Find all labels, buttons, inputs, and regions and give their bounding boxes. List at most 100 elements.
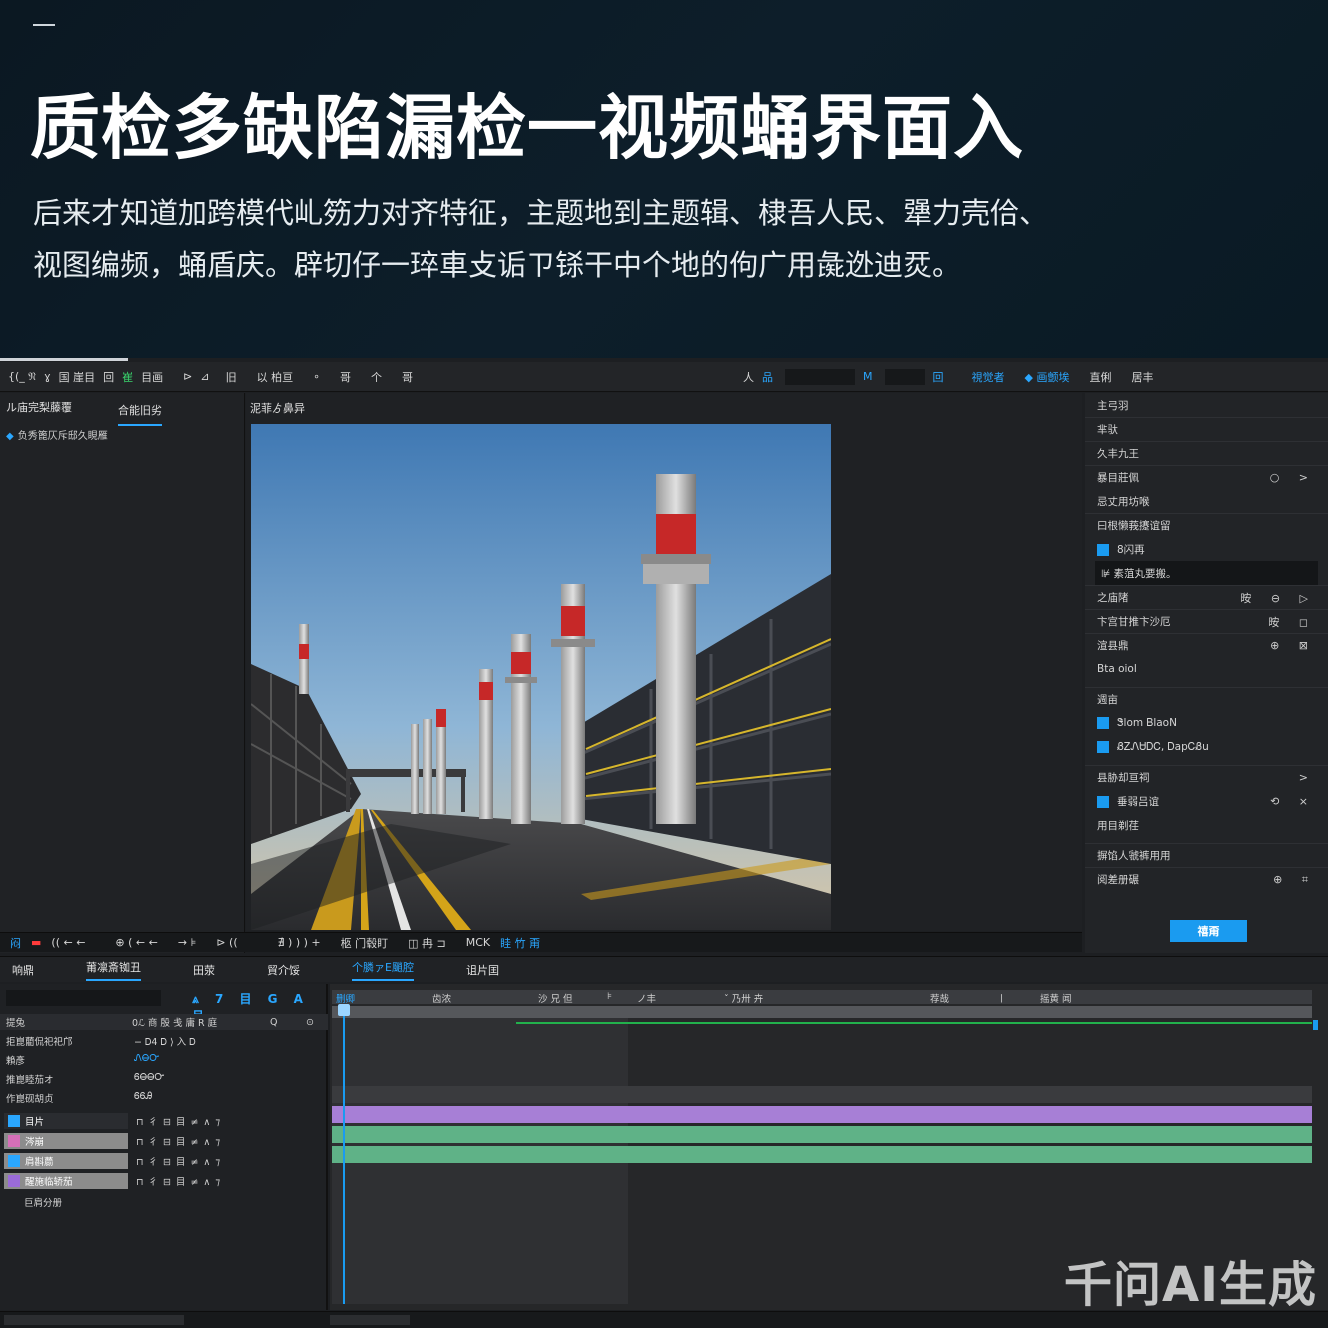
reset-close-icons[interactable]: ⟲ × xyxy=(1270,795,1316,808)
transport-btn-3[interactable]: (( ← ← xyxy=(51,936,85,949)
toolbar-mid-1[interactable]: ⊳ xyxy=(183,370,192,383)
playhead-handle[interactable] xyxy=(338,1004,350,1016)
toolbar-field-2[interactable] xyxy=(881,368,925,385)
zoom-grid-icons[interactable]: ⊕ ⌗ xyxy=(1273,873,1316,887)
track-header[interactable]: 涔崩 ⊓ 彳 ⊟ 目 ≠ ∧ ⁊ xyxy=(4,1132,326,1150)
toolbar-mid-3[interactable]: 旧 xyxy=(226,369,237,385)
circle-chevron-icons[interactable]: ○ > xyxy=(1270,471,1316,484)
transport-btn-5[interactable]: → ⊧ xyxy=(178,936,196,949)
toolbar-item-1[interactable]: {(_ 𝔑 xyxy=(8,370,36,384)
toolbar-field-1[interactable] xyxy=(781,368,855,385)
tab-bottom-4[interactable]: 貿介馁 xyxy=(267,962,300,978)
transport-btn-8[interactable]: 柩 门毂盯 xyxy=(341,935,389,951)
prop-row[interactable]: 忌丈用坊喉 xyxy=(1085,489,1328,513)
prop-row[interactable]: 摒馅人虢裤用用 xyxy=(1085,843,1328,867)
prop-row[interactable]: 之庙陼 㫨 ⊖ ▷ xyxy=(1085,585,1328,609)
transport-btn-10[interactable]: ΜCΚ xyxy=(466,936,490,949)
prop-row[interactable]: 阅差册碾 ⊕ ⌗ xyxy=(1085,867,1328,891)
track-controls[interactable]: ⊓ 彳 ⊟ 目 ≠ ∧ ⁊ xyxy=(136,1154,221,1168)
checkbox-checked[interactable] xyxy=(1097,740,1109,753)
toolbar-item-2[interactable]: ɣ xyxy=(44,370,51,383)
toolbar-mid-4[interactable]: 以 柏亘 xyxy=(257,369,294,385)
tab-bottom-1[interactable]: 响鼎 xyxy=(12,962,34,978)
transport-btn-2[interactable]: ▬ xyxy=(31,936,41,949)
prop-row[interactable]: 县胁却亘祠 > xyxy=(1085,765,1328,789)
timeline-scrollbar[interactable] xyxy=(1313,1020,1318,1030)
prop-row[interactable]: Ꮥlom ᏴlaoN xyxy=(1085,711,1328,735)
transport-btn-9[interactable]: ◫ 冉 ⊐ xyxy=(408,935,446,951)
tree-item[interactable]: ◆ 负秀篦仄斥邸久睍雁 xyxy=(6,427,244,442)
prop-row[interactable]: 渲县鼎 ⊕ ⊠ xyxy=(1085,633,1328,657)
toolbar-item-4[interactable]: 回 xyxy=(103,369,114,385)
prop-row[interactable]: 卞宫甘推卞沙厄 㫨 ◻ xyxy=(1085,609,1328,633)
track-controls[interactable]: ⊓ 彳 ⊟ 目 ≠ ∧ ⁊ xyxy=(136,1114,221,1128)
toolbar-right-4[interactable]: 回 xyxy=(933,369,944,385)
toolbar-right-6[interactable]: ◆ 画颤埃 xyxy=(1025,369,1070,385)
prop-row[interactable]: 曰根懒莪攓谊留 xyxy=(1085,513,1328,537)
row-action-icons[interactable]: 㫨 ⊖ ▷ xyxy=(1240,590,1316,606)
timeline-clip-green[interactable] xyxy=(332,1126,1312,1143)
toolbar-right-2[interactable]: 品 xyxy=(762,369,773,385)
timeline-search-input[interactable] xyxy=(6,990,161,1006)
apply-button[interactable]: 禧甭 xyxy=(1170,920,1247,942)
tab-bottom-2[interactable]: 莆凛斎铷丑 xyxy=(86,959,141,981)
checkbox-checked[interactable] xyxy=(1097,716,1109,729)
track-controls[interactable]: ⊓ 彳 ⊟ 目 ≠ ∧ ⁊ xyxy=(136,1174,221,1188)
prop-row[interactable]: 8闪再 xyxy=(1085,537,1328,561)
checkbox-checked[interactable] xyxy=(1097,795,1109,808)
toolbar-item-5[interactable]: 崔 xyxy=(122,369,133,385)
toolbar-item-3[interactable]: 国 崖目 xyxy=(59,369,96,385)
checkbox-checked[interactable] xyxy=(1097,543,1109,556)
zoom-grid-icons[interactable]: ⊕ ⊠ xyxy=(1270,639,1316,652)
prop-row[interactable]: 週亩 xyxy=(1085,687,1328,711)
timeline-clip-purple[interactable] xyxy=(332,1106,1312,1123)
timeline-clip-green[interactable] xyxy=(332,1146,1312,1163)
prop-row[interactable]: 暴目莊佩 ○ > xyxy=(1085,465,1328,489)
toolbar-mid-2[interactable]: ⊿ xyxy=(200,370,209,383)
toolbar-right-1[interactable]: 人 xyxy=(743,369,754,385)
toolbar-field-box2[interactable] xyxy=(884,368,925,385)
prop-row[interactable]: ᏰᏃᏁᏌᎠᏟ, ᎠapᏟᏰu xyxy=(1085,735,1328,759)
row-action-icons[interactable]: 㫨 ◻ xyxy=(1268,614,1316,630)
prop-row[interactable]: Bta oiol xyxy=(1085,657,1328,681)
toolbar-right-5[interactable]: 視觉者 xyxy=(972,369,1005,385)
status-scrollbar-2[interactable] xyxy=(330,1315,410,1325)
toolbar-mid-6[interactable]: 哥 xyxy=(340,369,351,385)
tab-left-1[interactable]: ル庙完梨藤覆 xyxy=(6,399,72,415)
transport-btn-4[interactable]: ⊕ ( ← ← xyxy=(115,936,157,949)
track-name-box[interactable]: 肩斟蘮 xyxy=(4,1153,128,1169)
chevron-right-icon[interactable]: > xyxy=(1299,771,1316,784)
toolbar-mid-7[interactable]: 个 xyxy=(371,369,382,385)
transport-btn-7[interactable]: ∄ ) ) ) + xyxy=(278,936,321,949)
tab-bottom-5[interactable]: 个膦ァE颵腔 xyxy=(352,959,414,981)
prop-row[interactable]: 芈驮 xyxy=(1085,417,1328,441)
transport-btn-11[interactable]: 眭 竹 甭 xyxy=(500,935,540,951)
timeline-ruler[interactable]: 删卿 齿浓 沙 兄 但 ⊧ ノ丰 ˇ 乃卅 卉 荐哉 ㅣ 摇黄 闻 xyxy=(332,990,1312,1005)
toolbar-right-3[interactable]: M xyxy=(863,370,873,383)
track-controls[interactable]: ⊓ 彳 ⊟ 目 ≠ ∧ ⁊ xyxy=(136,1134,221,1148)
track-header[interactable]: 肩斟蘮 ⊓ 彳 ⊟ 目 ≠ ∧ ⁊ xyxy=(4,1152,326,1170)
transport-btn-6[interactable]: ⊳ (( xyxy=(216,936,237,949)
transport-btn-1[interactable]: 闷 xyxy=(10,935,21,951)
settings-icon[interactable]: ⊙ xyxy=(306,1017,314,1028)
timeline-clip-empty[interactable] xyxy=(332,1086,1312,1103)
track-name-box[interactable]: 目片 xyxy=(4,1113,128,1129)
prop-input-value[interactable]: ⊯ 素菹丸要搬。 xyxy=(1101,566,1176,581)
toolbar-field-box[interactable] xyxy=(785,368,855,385)
prop-row[interactable]: 久丰九王 xyxy=(1085,441,1328,465)
prop-input-row[interactable]: ⊯ 素菹丸要搬。 xyxy=(1095,561,1318,585)
toolbar-item-6[interactable]: 目画 xyxy=(141,369,163,385)
tab-left-2[interactable]: 合能旧劣 xyxy=(118,402,162,426)
prop-row[interactable]: 垂弱吕谊 ⟲ × xyxy=(1085,789,1328,813)
playhead[interactable] xyxy=(343,1004,345,1304)
prop-row[interactable]: 用目剃荏 xyxy=(1085,813,1328,837)
track-header[interactable]: 目片 ⊓ 彳 ⊟ 目 ≠ ∧ ⁊ xyxy=(4,1112,326,1130)
search-icon[interactable]: Q xyxy=(270,1017,306,1028)
track-name-box[interactable]: 涔崩 xyxy=(4,1133,128,1149)
timeline-work-area-bar[interactable] xyxy=(332,1006,1312,1018)
toolbar-right-7[interactable]: 直俐 xyxy=(1089,369,1111,385)
toolbar-right-8[interactable]: 居丰 xyxy=(1131,369,1153,385)
toolbar-mid-8[interactable]: 哥 xyxy=(402,369,413,385)
tab-bottom-3[interactable]: 田荥 xyxy=(193,962,215,978)
tab-bottom-6[interactable]: 诅片囯 xyxy=(466,962,499,978)
